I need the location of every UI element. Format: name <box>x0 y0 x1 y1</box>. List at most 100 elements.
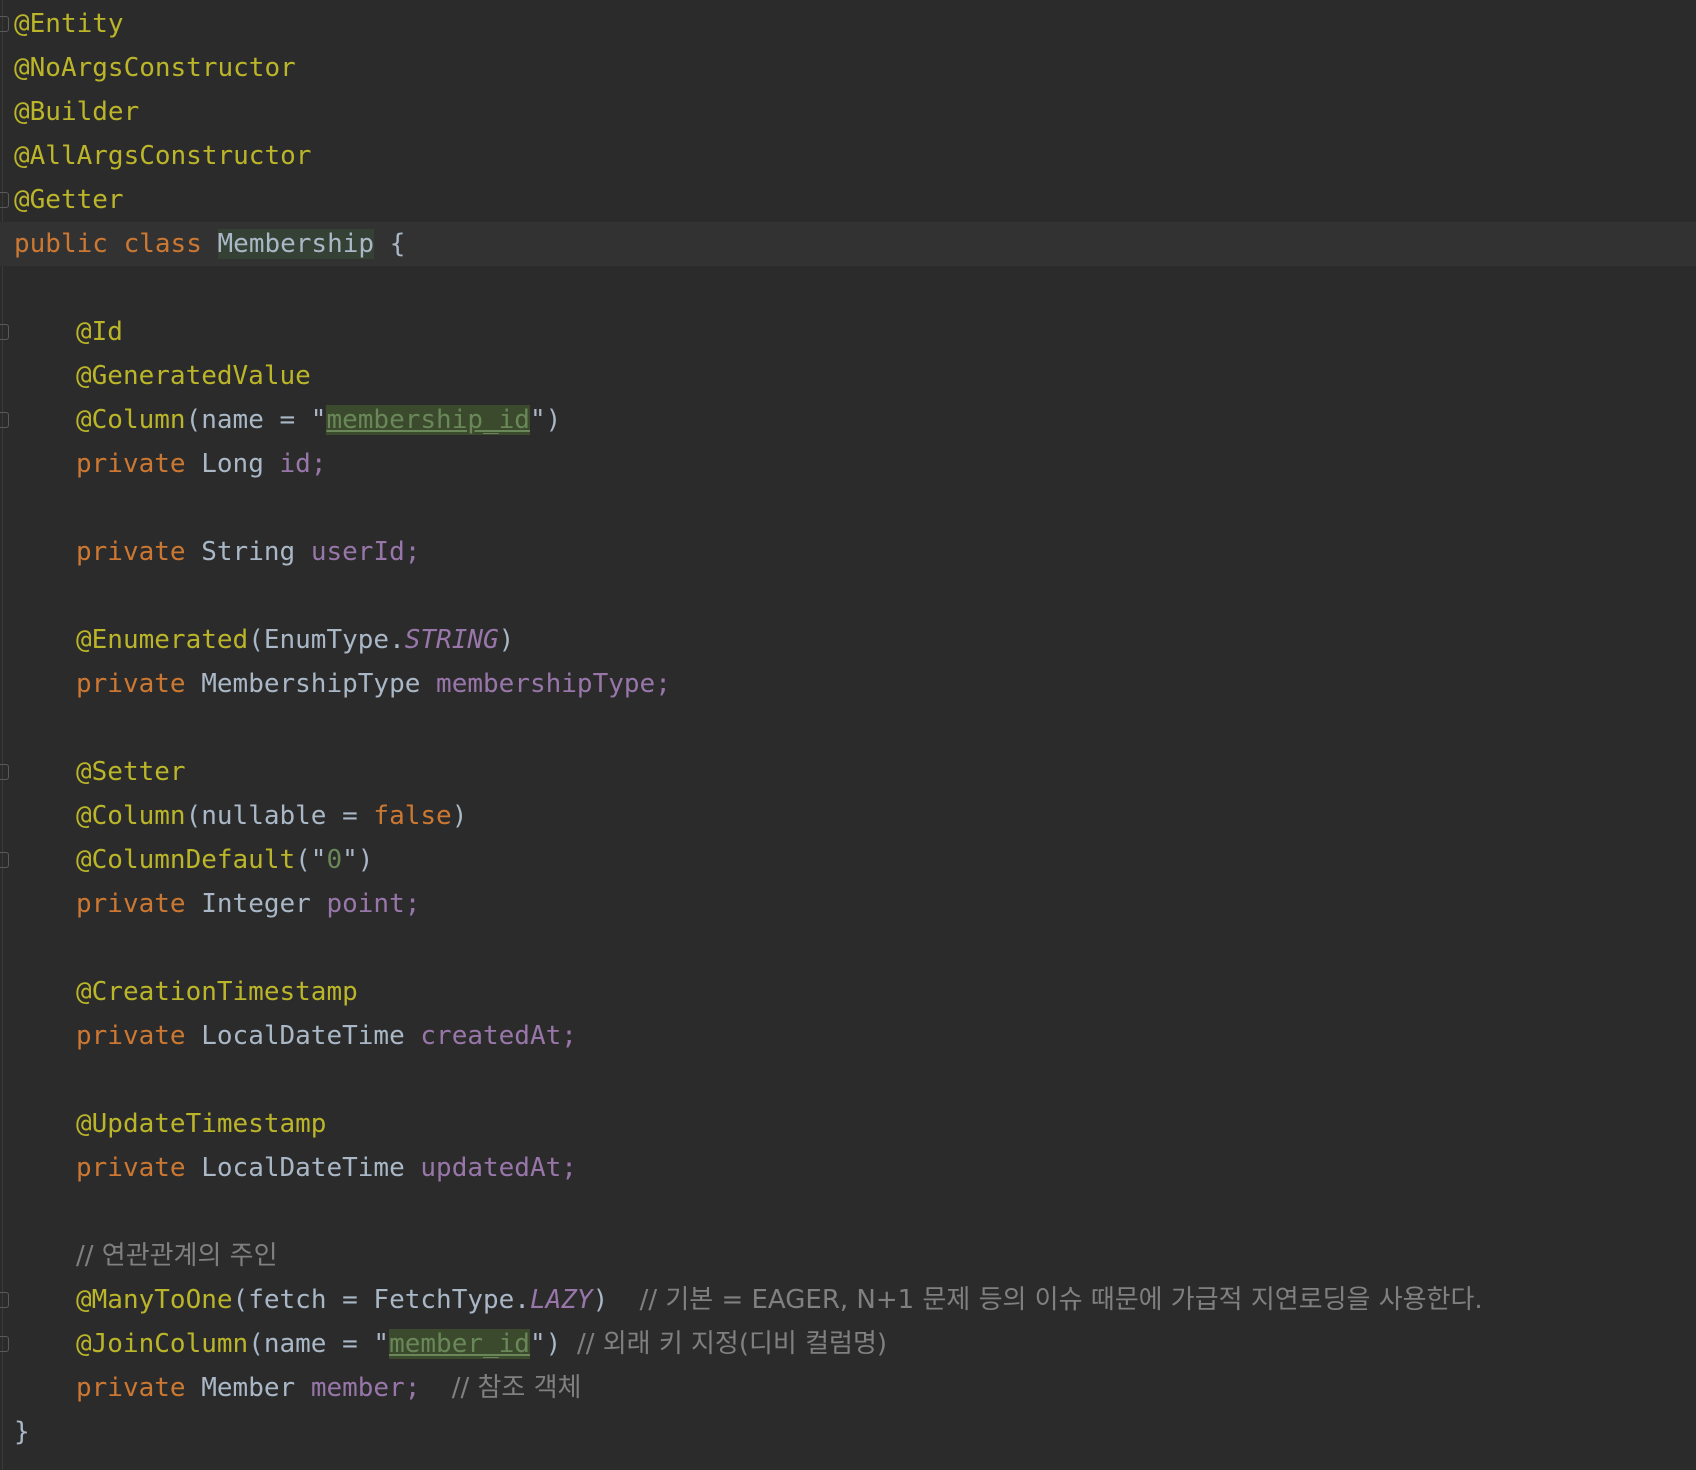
code-line-11[interactable]: private Long id; <box>14 442 1696 486</box>
fold-marker-icon[interactable] <box>0 192 9 208</box>
string-membership-id[interactable]: membership_id <box>326 405 530 435</box>
code-line-16[interactable]: private MembershipType membershipType; <box>14 662 1696 706</box>
code-line-25[interactable] <box>14 1058 1696 1102</box>
code-line-29[interactable]: // 연관관계의 주인 <box>14 1234 1696 1278</box>
close-brace: } <box>14 1417 30 1447</box>
code-line-14[interactable] <box>14 574 1696 618</box>
code-line-6-current[interactable]: public class Membership { <box>0 222 1696 266</box>
field-updated-at: updatedAt; <box>420 1153 577 1183</box>
join-column-args-open: (name = " <box>248 1329 390 1359</box>
comment-eager-note: // 기본 = EAGER, N+1 문제 등의 이슈 때문에 가급적 지연로딩… <box>639 1285 1483 1315</box>
code-line-18[interactable]: @Setter <box>0 750 1696 794</box>
fold-marker-icon[interactable] <box>0 412 9 428</box>
keyword-public: public <box>14 229 108 259</box>
enum-const-string: STRING <box>404 625 499 655</box>
field-user-id: userId; <box>310 537 421 567</box>
code-line-3[interactable]: @Builder <box>14 90 1696 134</box>
code-line-9[interactable]: @GeneratedValue <box>14 354 1696 398</box>
field-point: point; <box>326 889 421 919</box>
keyword-class: class <box>123 229 202 259</box>
fold-marker-icon[interactable] <box>0 764 9 780</box>
code-line-27[interactable]: private LocalDateTime updatedAt; <box>14 1146 1696 1190</box>
keyword-private: private <box>76 537 186 567</box>
class-name: Membership <box>217 229 375 259</box>
many-to-one-args-close: ) <box>592 1285 609 1315</box>
comment-reference: // 참조 객체 <box>451 1373 582 1403</box>
code-line-12[interactable] <box>14 486 1696 530</box>
type-membership-type: MembershipType <box>201 669 421 699</box>
column-args-close: ") <box>529 405 562 435</box>
code-line-7[interactable] <box>14 266 1696 310</box>
annotation-id: @Id <box>76 317 123 347</box>
code-line-32[interactable]: private Member member; // 참조 객체 <box>14 1366 1696 1410</box>
column-args-open: (name = " <box>185 405 327 435</box>
field-id: id; <box>279 449 327 479</box>
type-integer: Integer <box>201 889 311 919</box>
open-brace: { <box>389 229 406 259</box>
type-long: Long <box>201 449 264 479</box>
code-line-28[interactable] <box>14 1190 1696 1234</box>
code-line-33[interactable]: } <box>14 1410 1696 1454</box>
code-line-5[interactable]: @Getter <box>0 178 1696 222</box>
annotation-generated-value: @GeneratedValue <box>76 361 311 391</box>
code-line-15[interactable]: @Enumerated(EnumType.STRING) <box>14 618 1696 662</box>
comment-foreign-key: // 외래 키 지정(디비 컬럼명) <box>576 1329 888 1359</box>
field-member: member; <box>310 1373 421 1403</box>
annotation-join-column: @JoinColumn <box>76 1329 249 1359</box>
column-args-open: (nullable = <box>185 801 374 831</box>
fold-marker-icon[interactable] <box>0 324 9 340</box>
code-line-30[interactable]: @ManyToOne(fetch = FetchType.LAZY) // 기본… <box>0 1278 1696 1322</box>
code-line-22[interactable] <box>14 926 1696 970</box>
code-line-20[interactable]: @ColumnDefault("0") <box>0 838 1696 882</box>
code-line-2[interactable]: @NoArgsConstructor <box>14 46 1696 90</box>
code-line-23[interactable]: @CreationTimestamp <box>14 970 1696 1014</box>
code-line-31[interactable]: @JoinColumn(name = "member_id") // 외래 키 … <box>0 1322 1696 1366</box>
keyword-private: private <box>76 1021 186 1051</box>
code-line-24[interactable]: private LocalDateTime createdAt; <box>14 1014 1696 1058</box>
fold-marker-icon[interactable] <box>0 1336 9 1352</box>
column-default-args-close: ") <box>342 845 374 875</box>
enumerated-args-close: ) <box>498 625 515 655</box>
keyword-private: private <box>76 1373 186 1403</box>
column-default-args-open: (" <box>295 845 327 875</box>
fold-marker-icon[interactable] <box>0 16 9 32</box>
annotation-enumerated: @Enumerated <box>76 625 249 655</box>
keyword-private: private <box>76 669 186 699</box>
join-column-args-close: ") <box>529 1329 562 1359</box>
annotation-update-timestamp: @UpdateTimestamp <box>76 1109 327 1139</box>
annotation-column: @Column <box>76 801 186 831</box>
keyword-private: private <box>76 449 186 479</box>
code-line-8[interactable]: @Id <box>0 310 1696 354</box>
keyword-private: private <box>76 1153 186 1183</box>
fold-marker-icon[interactable] <box>0 1292 9 1308</box>
gutter <box>2 0 3 1470</box>
code-line-4[interactable]: @AllArgsConstructor <box>14 134 1696 178</box>
comment-owner: // 연관관계의 주인 <box>76 1241 278 1271</box>
type-string: String <box>201 537 296 567</box>
code-line-17[interactable] <box>14 706 1696 750</box>
code-line-19[interactable]: @Column(nullable = false) <box>14 794 1696 838</box>
annotation-noargs: @NoArgsConstructor <box>14 53 296 83</box>
code-line-26[interactable]: @UpdateTimestamp <box>14 1102 1696 1146</box>
fold-marker-icon[interactable] <box>0 852 9 868</box>
annotation-getter: @Getter <box>14 185 124 215</box>
annotation-allargs: @AllArgsConstructor <box>14 141 312 171</box>
annotation-many-to-one: @ManyToOne <box>76 1285 233 1315</box>
many-to-one-args-open: (fetch = FetchType. <box>232 1285 530 1315</box>
code-line-21[interactable]: private Integer point; <box>14 882 1696 926</box>
string-zero: 0 <box>326 845 343 875</box>
type-local-date-time: LocalDateTime <box>201 1021 405 1051</box>
type-local-date-time: LocalDateTime <box>201 1153 405 1183</box>
enumerated-args-open: (EnumType. <box>248 625 405 655</box>
code-area[interactable]: @Entity @NoArgsConstructor @Builder @All… <box>0 2 1696 1454</box>
code-line-13[interactable]: private String userId; <box>14 530 1696 574</box>
type-member: Member <box>201 1373 296 1403</box>
annotation-creation-timestamp: @CreationTimestamp <box>76 977 358 1007</box>
field-membership-type: membershipType; <box>436 669 671 699</box>
column-args-close: ) <box>451 801 468 831</box>
string-member-id[interactable]: member_id <box>389 1329 530 1359</box>
code-editor[interactable]: @Entity @NoArgsConstructor @Builder @All… <box>0 0 1696 1470</box>
code-line-1[interactable]: @Entity <box>0 2 1696 46</box>
code-line-10[interactable]: @Column(name = "membership_id") <box>0 398 1696 442</box>
annotation-column: @Column <box>76 405 186 435</box>
